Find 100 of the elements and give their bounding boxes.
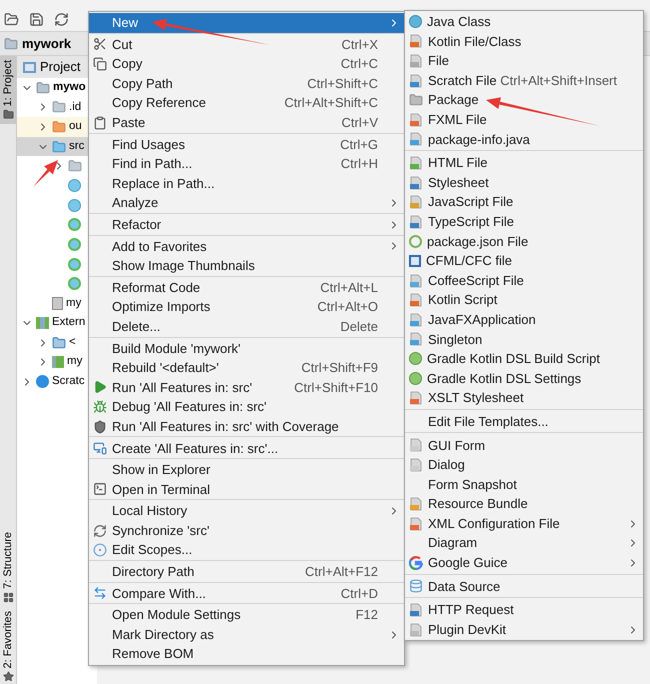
menu-item[interactable]: Kotlin Script [405, 290, 643, 310]
tree-label: src [69, 138, 84, 154]
menu-item[interactable]: Form Snapshot [405, 474, 643, 494]
class-icon [68, 179, 81, 192]
menu-item[interactable]: Refactor [89, 214, 404, 235]
menu-item[interactable]: Scratch File Ctrl+Alt+Shift+Insert [405, 70, 643, 90]
folder-icon [52, 120, 66, 134]
menu-item[interactable]: JavaFXApplication [405, 310, 643, 330]
menu-item[interactable]: Open Module Settings F12 [89, 605, 404, 625]
menu-item[interactable]: Resource Bundle [405, 494, 643, 514]
sync-icon [93, 524, 107, 538]
file-icon [409, 622, 423, 637]
shield-icon [93, 420, 107, 434]
shortcut-label: Ctrl+H [340, 155, 378, 174]
menu-item[interactable]: Dialog [405, 455, 643, 475]
menu-item[interactable]: HTTP Request [405, 600, 643, 620]
side-tab[interactable]: 7: Structure [0, 528, 16, 607]
menu-item[interactable]: Diagram [405, 533, 643, 554]
tree-label: my [67, 354, 82, 370]
menu-item[interactable]: Local History [89, 501, 404, 521]
menu-item[interactable]: Package [405, 90, 643, 110]
class-icon [68, 198, 81, 212]
menu-item[interactable]: Open in Terminal [89, 480, 404, 500]
class-icon [409, 15, 422, 28]
folder-icon [52, 100, 66, 114]
menu-item[interactable]: Mark Directory as [89, 624, 404, 644]
menu-item[interactable]: Singleton [405, 330, 643, 350]
bug-icon [93, 400, 107, 414]
menu-item[interactable]: XML Configuration File [405, 514, 643, 534]
menu-item[interactable]: Gradle Kotlin DSL Build Script [405, 349, 643, 369]
file-icon [409, 293, 423, 308]
tree-label: my [66, 296, 82, 311]
shortcut-label: Ctrl+Alt+F12 [305, 563, 378, 582]
tree-label: mywo [53, 80, 86, 96]
shortcut-label: Ctrl+V [342, 114, 378, 132]
menu-item[interactable]: New [89, 13, 404, 33]
menu-item[interactable]: Analyze [89, 193, 404, 213]
menu-item[interactable]: Show in Explorer [89, 460, 404, 480]
database-icon [409, 579, 423, 594]
scissors-icon [93, 37, 107, 52]
menu-item[interactable]: Copy Ctrl+C [89, 54, 404, 74]
menu-item[interactable]: Create 'All Features in: src'... [89, 438, 404, 458]
menu-item[interactable]: Java Class [405, 12, 643, 32]
shortcut-label: Ctrl+Alt+Shift+Insert [500, 72, 617, 90]
menu-item[interactable]: TypeScript File [405, 212, 643, 232]
menu-item[interactable]: Kotlin File/Class [405, 32, 643, 52]
menu-item[interactable]: Remove BOM [89, 644, 404, 664]
file-icon [409, 176, 423, 190]
menu-item[interactable]: Compare With... Ctrl+D [89, 584, 404, 604]
sync-icon[interactable] [54, 12, 69, 27]
tree-label: .id [69, 100, 82, 115]
menu-item[interactable]: package-info.java [405, 130, 643, 150]
side-tab[interactable]: 1: Project [0, 56, 16, 124]
menu-item[interactable]: Directory Path Ctrl+Alt+F12 [89, 562, 404, 582]
menu-item[interactable]: Run 'All Features in: src' with Coverage [89, 416, 404, 436]
menu-item[interactable]: Stylesheet [405, 172, 643, 192]
shortcut-label: Ctrl+G [340, 136, 378, 154]
menu-item[interactable]: package.json File [405, 232, 643, 252]
menu-item[interactable]: XSLT Stylesheet [405, 388, 643, 408]
menu-item[interactable]: Replace in Path... [89, 174, 404, 194]
menu-item[interactable]: Google Guice [405, 553, 643, 573]
shortcut-label: Ctrl+Shift+F9 [301, 359, 378, 378]
menu-item[interactable]: CoffeeScript File [405, 270, 643, 290]
file-icon [409, 516, 423, 531]
menu-item[interactable]: GUI Form [405, 435, 643, 456]
menu-item[interactable]: Synchronize 'src' [89, 520, 404, 540]
menu-item[interactable]: HTML File [405, 153, 643, 173]
menu-item[interactable]: Find in Path... Ctrl+H [89, 154, 404, 174]
file-icon [409, 156, 423, 170]
compare-icon [93, 586, 107, 600]
menu-item[interactable]: Debug 'All Features in: src' [89, 397, 404, 417]
menu-item[interactable]: Show Image Thumbnails [89, 256, 404, 276]
file-icon [409, 332, 423, 346]
shortcut-label: Ctrl+Shift+C [307, 74, 378, 93]
library-icon [52, 356, 64, 368]
open-icon[interactable] [4, 12, 19, 27]
menu-item[interactable]: Gradle Kotlin DSL Settings [405, 368, 643, 388]
panel-title: Project [40, 58, 80, 76]
file-icon [409, 112, 423, 127]
folder-icon [2, 109, 14, 120]
side-tab[interactable]: 2: Favorites [0, 606, 16, 684]
menu-item[interactable]: Edit File Templates... [405, 412, 643, 432]
menu-item[interactable]: File [405, 51, 643, 71]
menu-item[interactable]: Cut Ctrl+X [89, 34, 404, 54]
library-icon [36, 316, 49, 329]
file-icon [409, 391, 423, 406]
window-icon [93, 441, 107, 456]
menu-item[interactable]: CFML/CFC file [405, 251, 643, 271]
breadcrumb-item[interactable]: mywork [22, 34, 72, 54]
menu-item[interactable]: Plugin DevKit [405, 620, 643, 640]
menu-item[interactable]: FXML File [405, 110, 643, 130]
file-icon [409, 458, 423, 472]
menu-item[interactable]: Edit Scopes... [89, 540, 404, 560]
menu-item[interactable]: Add to Favorites [89, 236, 404, 256]
menu-item[interactable]: JavaScript File [405, 192, 643, 212]
file-icon [409, 438, 423, 452]
class-icon [68, 238, 81, 252]
menu-item[interactable]: Data Source [405, 576, 643, 596]
save-icon[interactable] [29, 12, 44, 27]
class-icon [68, 277, 81, 290]
